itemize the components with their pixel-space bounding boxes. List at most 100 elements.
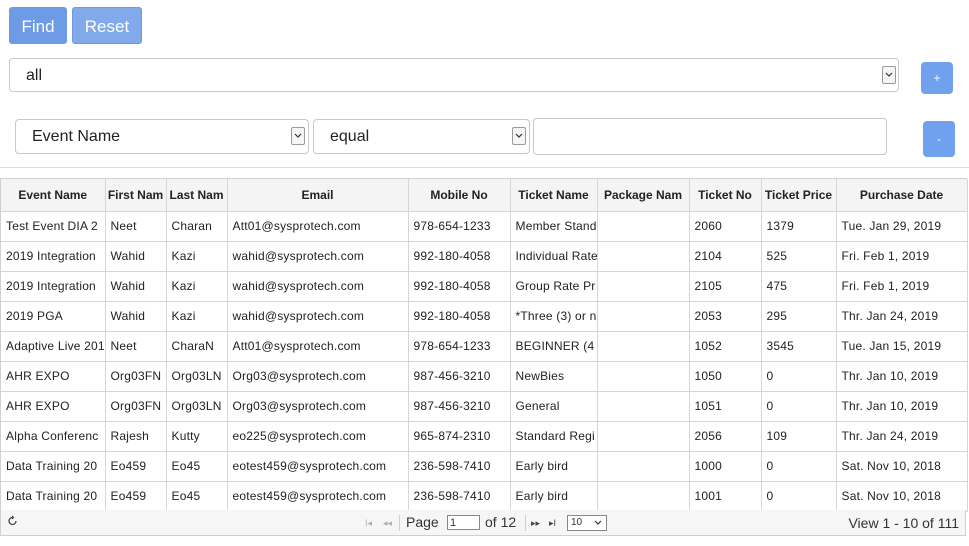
column-header[interactable]: Event Name: [1, 179, 106, 212]
table-cell: 2060: [689, 211, 762, 242]
table-cell: Sat. Nov 10, 2018: [836, 481, 968, 512]
table-cell: 0: [761, 361, 837, 392]
table-row[interactable]: Data Training 20 Eo459 Eo45 eotest459@syspr…: [1, 481, 968, 512]
table-cell: Org03LN: [166, 391, 228, 422]
divider: [0, 167, 969, 168]
table-cell: 978-654-1233: [408, 331, 511, 362]
table-cell: Org03LN: [166, 361, 228, 392]
table-cell: eotest459@sysprotech.com: [227, 481, 409, 512]
table-cell: wahid@sysprotech.com: [227, 241, 409, 272]
field-select[interactable]: Event Name: [15, 119, 309, 154]
table-row[interactable]: Data Training 20 Eo459 Eo45 eotest459@syspr…: [1, 451, 968, 482]
column-header[interactable]: Package Nam: [597, 179, 690, 212]
rows-per-page-select[interactable]: 10: [567, 515, 607, 531]
table-row[interactable]: Alpha Conferenc Rajesh Kutty eo225@sysprote…: [1, 421, 968, 452]
table-cell: 2019 PGA: [1, 301, 106, 332]
column-header[interactable]: Mobile No: [408, 179, 511, 212]
table-cell: Org03FN: [105, 391, 167, 422]
page-input[interactable]: 1: [447, 515, 480, 530]
table-cell: Thr. Jan 10, 2019: [836, 391, 968, 422]
field-select-value: Event Name: [32, 128, 121, 145]
record-count: View 1 - 10 of 111: [848, 515, 959, 531]
last-page-icon[interactable]: ▸I: [549, 518, 556, 529]
page-label: Page: [406, 514, 439, 530]
group-select[interactable]: all: [9, 58, 899, 92]
add-group-button[interactable]: +: [921, 62, 953, 94]
table-cell: Org03@sysprotech.com: [227, 361, 409, 392]
table-cell: Sat. Nov 10, 2018: [836, 451, 968, 482]
table-cell: Thr. Jan 24, 2019: [836, 301, 968, 332]
column-header[interactable]: Ticket Price: [761, 179, 837, 212]
column-header[interactable]: Last Nam: [166, 179, 228, 212]
table-cell: Org03FN: [105, 361, 167, 392]
table-cell: [597, 331, 690, 362]
table-cell: *Three (3) or n: [510, 301, 598, 332]
table-cell: Fri. Feb 1, 2019: [836, 271, 968, 302]
table-cell: [597, 271, 690, 302]
search-input[interactable]: [533, 118, 887, 155]
table-row[interactable]: 2019 Integration Wahid Kazi wahid@sysprotec…: [1, 271, 968, 302]
operator-select[interactable]: equal: [313, 119, 530, 154]
table-cell: BEGINNER (4: [510, 331, 598, 362]
chevron-down-icon: [512, 127, 526, 145]
prev-page-icon[interactable]: ◂◂: [383, 518, 392, 529]
column-header[interactable]: Purchase Date: [836, 179, 968, 212]
find-button[interactable]: Find: [9, 7, 67, 44]
table-cell: 236-598-7410: [408, 451, 511, 482]
chevron-down-icon: [291, 127, 305, 145]
table-cell: AHR EXPO: [1, 361, 106, 392]
pager-bar: I◂ ◂◂ Page 1 of 12 ▸▸ ▸I 10 View 1 - 10 …: [0, 510, 966, 536]
chevron-down-icon: [594, 520, 602, 525]
first-page-icon[interactable]: I◂: [365, 518, 372, 529]
table-cell: Adaptive Live 201: [1, 331, 106, 362]
column-header[interactable]: Email: [227, 179, 409, 212]
table-cell: 992-180-4058: [408, 271, 511, 302]
table-cell: [597, 361, 690, 392]
table-cell: Wahid: [105, 241, 167, 272]
table-cell: Rajesh: [105, 421, 167, 452]
table-cell: 965-874-2310: [408, 421, 511, 452]
table-row[interactable]: Test Event DIA 2 Neet Charan Att01@sysprote…: [1, 211, 968, 242]
table-cell: 0: [761, 451, 837, 482]
table-cell: [597, 421, 690, 452]
pager-separator: [399, 515, 400, 531]
next-page-icon[interactable]: ▸▸: [531, 518, 540, 529]
table-cell: Standard Regi: [510, 421, 598, 452]
page-total: of 12: [485, 514, 517, 530]
table-cell: 2056: [689, 421, 762, 452]
column-header[interactable]: First Nam: [105, 179, 167, 212]
refresh-icon[interactable]: [7, 515, 18, 530]
table-cell: Tue. Jan 15, 2019: [836, 331, 968, 362]
table-row[interactable]: 2019 PGA Wahid Kazi wahid@sysprotech.com 992…: [1, 301, 968, 332]
table-cell: 992-180-4058: [408, 241, 511, 272]
remove-rule-button[interactable]: -: [923, 121, 955, 157]
reset-button[interactable]: Reset: [72, 7, 142, 44]
table-cell: 2053: [689, 301, 762, 332]
table-cell: Eo459: [105, 451, 167, 482]
table-row[interactable]: AHR EXPO Org03FN Org03LN Org03@sysprotech.c…: [1, 391, 968, 422]
table-cell: Early bird: [510, 451, 598, 482]
table-cell: Att01@sysprotech.com: [227, 211, 409, 242]
table-cell: [597, 301, 690, 332]
table-cell: AHR EXPO: [1, 391, 106, 422]
table-cell: Tue. Jan 29, 2019: [836, 211, 968, 242]
table-cell: 987-456-3210: [408, 391, 511, 422]
table-cell: 295: [761, 301, 837, 332]
table-row[interactable]: AHR EXPO Org03FN Org03LN Org03@sysprotech.c…: [1, 361, 968, 392]
table-cell: General: [510, 391, 598, 422]
table-cell: eotest459@sysprotech.com: [227, 451, 409, 482]
table-cell: wahid@sysprotech.com: [227, 271, 409, 302]
column-header[interactable]: Ticket Name: [510, 179, 598, 212]
table-header-row: Event Name First Nam Last Nam Email Mobi…: [1, 179, 968, 212]
table-cell: [597, 451, 690, 482]
table-row[interactable]: Adaptive Live 201 Neet CharaN Att01@sysprot…: [1, 331, 968, 362]
table-cell: 978-654-1233: [408, 211, 511, 242]
table-row[interactable]: 2019 Integration Wahid Kazi wahid@sysprotec…: [1, 241, 968, 272]
data-grid: Event Name First Nam Last Nam Email Mobi…: [0, 178, 968, 512]
table-cell: Eo45: [166, 451, 228, 482]
table-cell: CharaN: [166, 331, 228, 362]
table-cell: Kazi: [166, 301, 228, 332]
table-cell: Individual Rate: [510, 241, 598, 272]
column-header[interactable]: Ticket No: [689, 179, 762, 212]
table-cell: Data Training 20: [1, 481, 106, 512]
